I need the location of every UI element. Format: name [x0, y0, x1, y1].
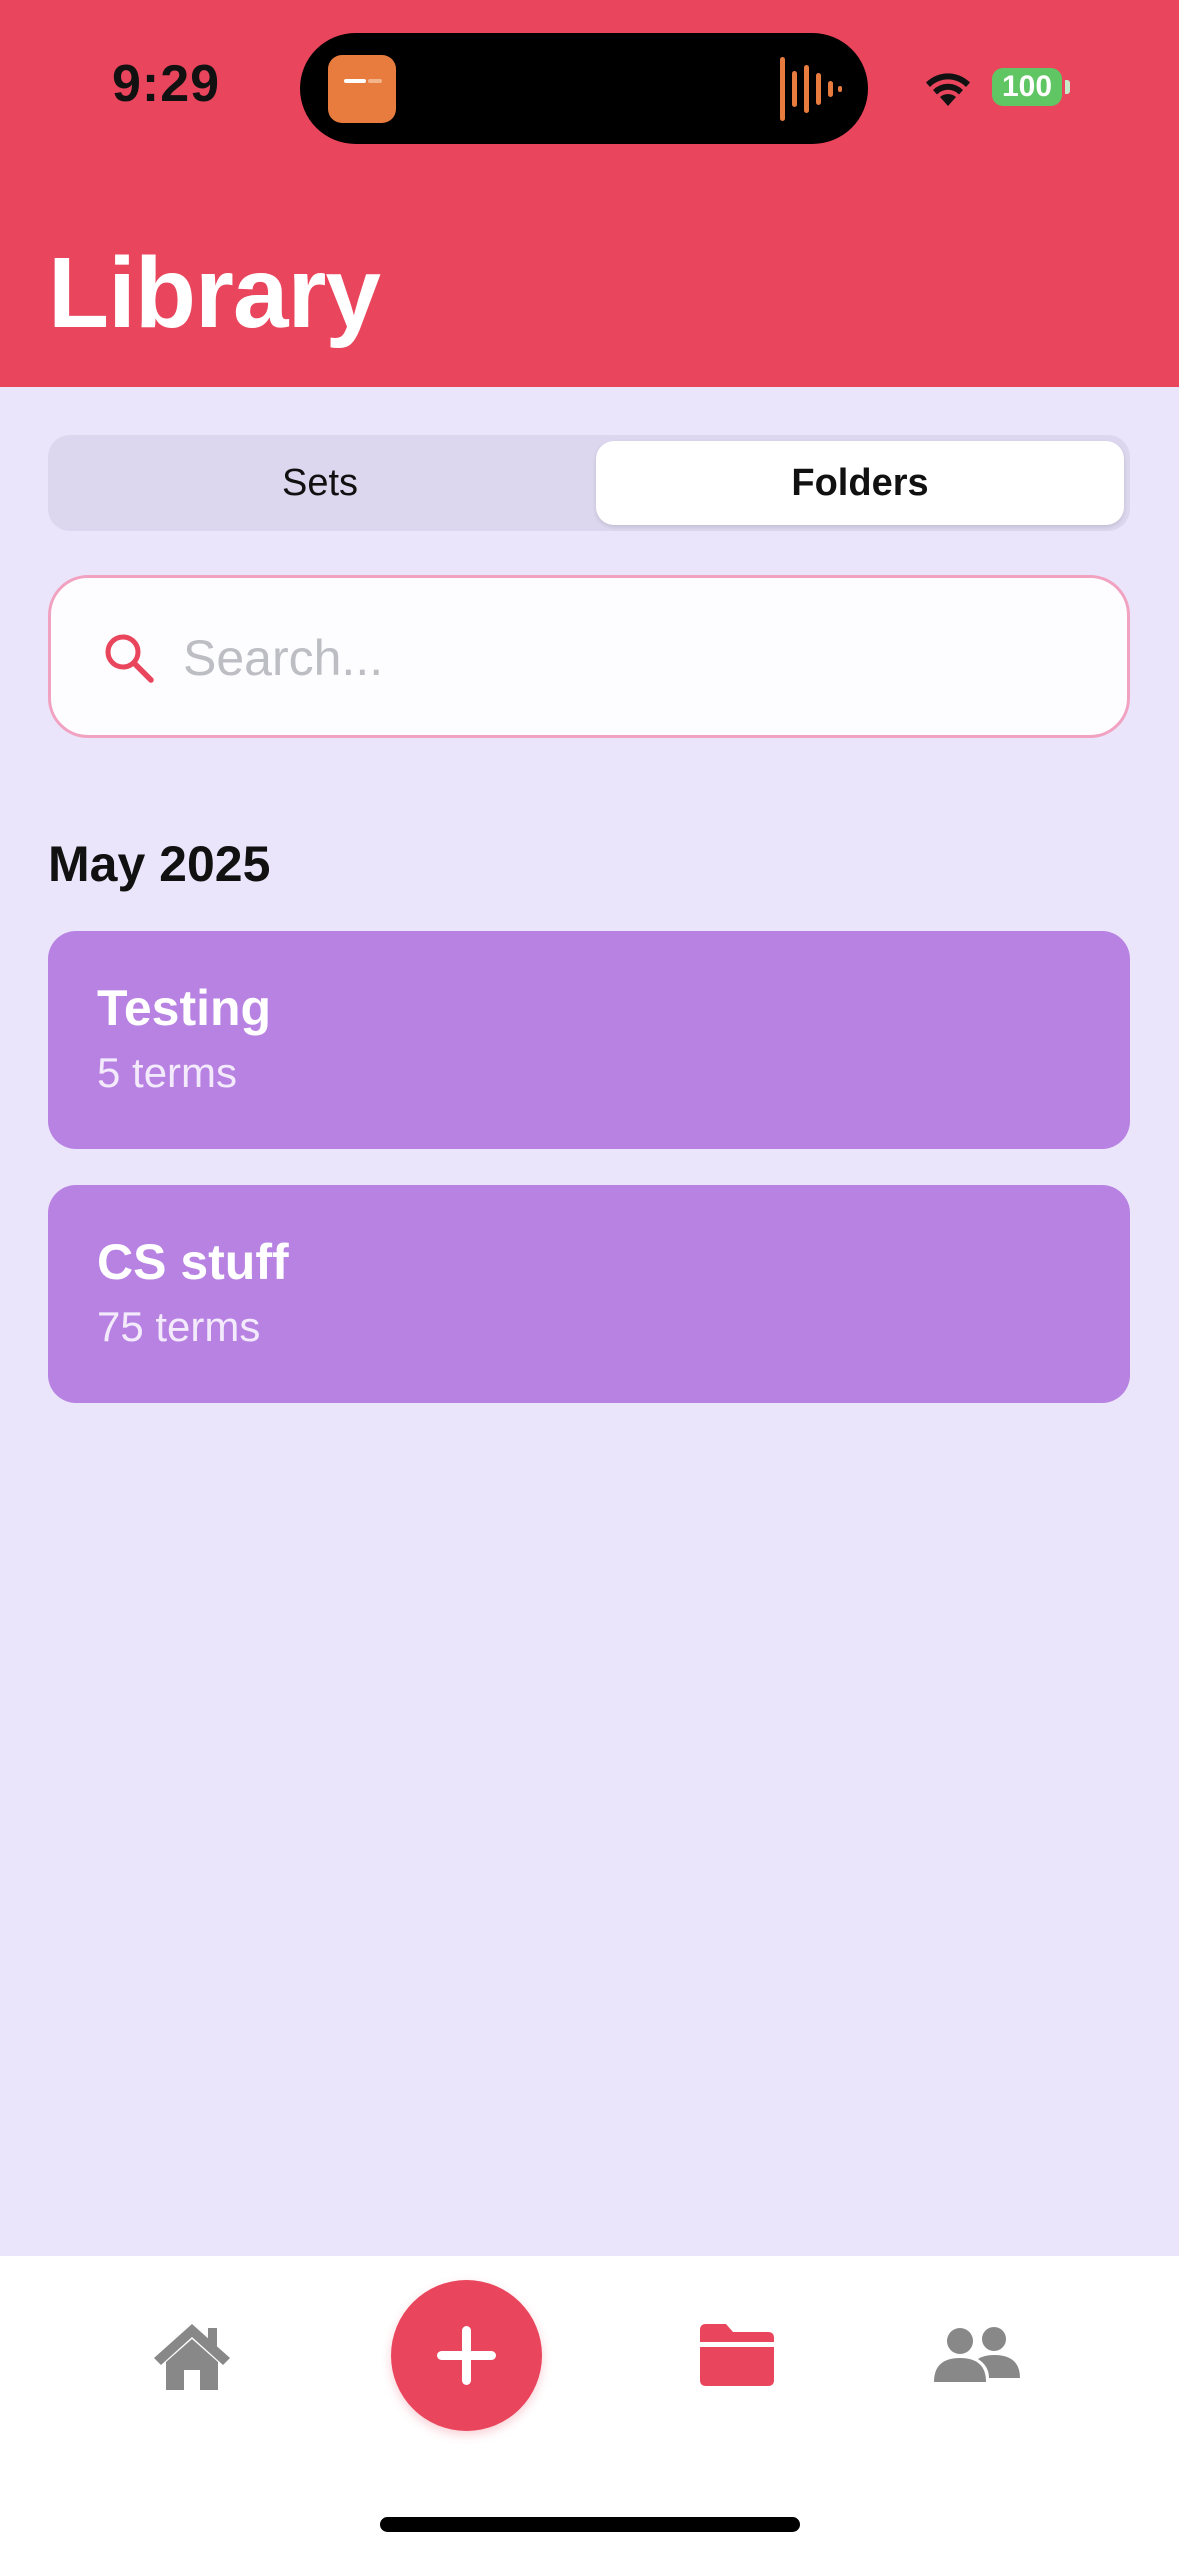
- search-box[interactable]: [48, 575, 1130, 738]
- now-playing-app-icon: [328, 55, 396, 123]
- folder-term-count: 5 terms: [97, 1049, 238, 1096]
- tab-bar: [0, 2256, 1179, 2556]
- status-time: 9:29: [112, 55, 221, 113]
- battery-tip: [1065, 80, 1070, 94]
- wifi-icon: [926, 73, 970, 106]
- folder-icon[interactable]: [700, 2322, 774, 2386]
- now-playing-waveform-icon: [780, 57, 842, 121]
- folder-card-testing[interactable]: Testing 5 terms: [48, 931, 1130, 1149]
- segment-sets[interactable]: Sets: [56, 441, 584, 525]
- search-input[interactable]: [181, 618, 1081, 698]
- folder-card-cs-stuff[interactable]: CS stuff 75 terms: [48, 1185, 1130, 1403]
- home-indicator: [380, 2517, 800, 2532]
- header: 9:29 100 Library: [0, 0, 1179, 387]
- page-title: Library: [48, 237, 381, 349]
- folder-name: CS stuff: [97, 1234, 289, 1290]
- add-button[interactable]: [391, 2280, 542, 2431]
- segment-folders[interactable]: Folders: [596, 441, 1124, 525]
- folder-name: Testing: [97, 980, 272, 1036]
- battery-icon: 100: [992, 68, 1062, 106]
- sets-folders-segmented-control: Sets Folders: [48, 435, 1130, 531]
- home-icon[interactable]: [152, 2322, 232, 2392]
- search-icon: [105, 634, 154, 683]
- people-icon[interactable]: [934, 2326, 1020, 2384]
- section-title: May 2025: [48, 836, 271, 892]
- dynamic-island[interactable]: [300, 33, 868, 144]
- folder-term-count: 75 terms: [97, 1303, 261, 1350]
- plus-icon: [437, 2326, 496, 2385]
